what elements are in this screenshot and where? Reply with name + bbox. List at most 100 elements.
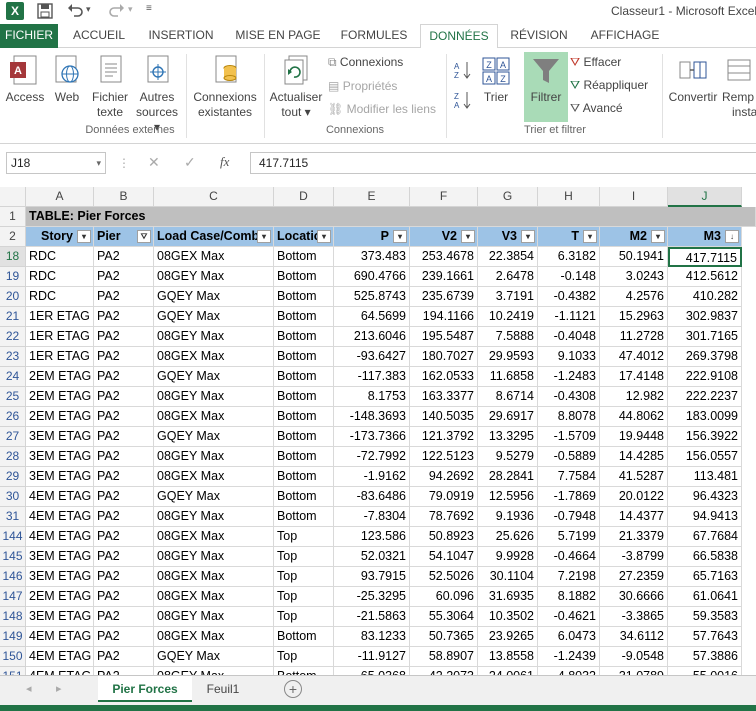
- table-cell[interactable]: 08GEY Max: [154, 327, 274, 347]
- table-cell[interactable]: Bottom: [274, 467, 334, 487]
- table-cell[interactable]: 4EM ETAG: [26, 647, 94, 667]
- table-cell[interactable]: 3.7191: [478, 287, 538, 307]
- table-cell[interactable]: 08GEX Max: [154, 627, 274, 647]
- row-header[interactable]: 148: [0, 607, 26, 627]
- table-cell[interactable]: 66.5838: [668, 547, 742, 567]
- table-cell[interactable]: PA2: [94, 547, 154, 567]
- table-cell[interactable]: 12.982: [600, 387, 668, 407]
- table-cell[interactable]: 94.9413: [668, 507, 742, 527]
- row-header[interactable]: 31: [0, 507, 26, 527]
- name-box-dropdown-icon[interactable]: ▾: [96, 153, 101, 173]
- table-cell[interactable]: 2EM ETAG: [26, 407, 94, 427]
- row-header[interactable]: 20: [0, 287, 26, 307]
- table-cell[interactable]: 08GEY Max: [154, 267, 274, 287]
- web-button[interactable]: Web: [50, 54, 84, 105]
- table-cell[interactable]: PA2: [94, 587, 154, 607]
- table-cell[interactable]: 194.1166: [410, 307, 478, 327]
- table-cell[interactable]: 222.9108: [668, 367, 742, 387]
- trier-button[interactable]: ZAAZ Trier: [478, 54, 514, 105]
- table-cell[interactable]: 4.8032: [538, 667, 600, 675]
- table-cell[interactable]: 253.4678: [410, 247, 478, 267]
- table-cell[interactable]: PA2: [94, 307, 154, 327]
- table-cell[interactable]: 4EM ETAG: [26, 667, 94, 675]
- table-cell[interactable]: 4EM ETAG: [26, 527, 94, 547]
- table-cell[interactable]: Top: [274, 607, 334, 627]
- table-cell[interactable]: 57.3886: [668, 647, 742, 667]
- table-cell[interactable]: 9.1033: [538, 347, 600, 367]
- table-cell[interactable]: 08GEX Max: [154, 467, 274, 487]
- column-header-i[interactable]: I: [600, 187, 668, 207]
- table-cell[interactable]: 13.3295: [478, 427, 538, 447]
- column-header-j[interactable]: J: [668, 187, 742, 207]
- table-cell[interactable]: 65.7163: [668, 567, 742, 587]
- table-cell[interactable]: 7.2198: [538, 567, 600, 587]
- table-cell[interactable]: Bottom: [274, 407, 334, 427]
- table-cell[interactable]: 29.9593: [478, 347, 538, 367]
- table-cell[interactable]: 8.6714: [478, 387, 538, 407]
- row-header[interactable]: 24: [0, 367, 26, 387]
- sheet-tab-feuil1[interactable]: Feuil1: [196, 676, 250, 702]
- table-cell[interactable]: 3EM ETAG: [26, 547, 94, 567]
- table-cell[interactable]: 525.8743: [334, 287, 410, 307]
- table-cell[interactable]: 59.3583: [668, 607, 742, 627]
- table-cell[interactable]: 44.8062: [600, 407, 668, 427]
- table-cell[interactable]: Bottom: [274, 487, 334, 507]
- table-cell[interactable]: Bottom: [274, 327, 334, 347]
- table-cell[interactable]: PA2: [94, 407, 154, 427]
- table-cell[interactable]: 180.7027: [410, 347, 478, 367]
- table-cell[interactable]: Top: [274, 647, 334, 667]
- scroll-right-icon[interactable]: ▸: [56, 682, 62, 695]
- table-cell[interactable]: 373.483: [334, 247, 410, 267]
- table-cell[interactable]: -9.0548: [600, 647, 668, 667]
- table-cell[interactable]: 3EM ETAG: [26, 447, 94, 467]
- table-cell[interactable]: 8.1882: [538, 587, 600, 607]
- filter-dropdown-icon[interactable]: ▾: [583, 230, 597, 243]
- enter-icon[interactable]: ✓: [184, 154, 196, 171]
- table-cell[interactable]: 121.3792: [410, 427, 478, 447]
- table-cell[interactable]: 58.8907: [410, 647, 478, 667]
- table-cell[interactable]: 34.6112: [600, 627, 668, 647]
- sort-za-button[interactable]: ZA: [454, 90, 472, 113]
- table-cell[interactable]: 113.481: [668, 467, 742, 487]
- table-cell[interactable]: 8.1753: [334, 387, 410, 407]
- table-cell[interactable]: PA2: [94, 267, 154, 287]
- row-header[interactable]: 146: [0, 567, 26, 587]
- table-cell[interactable]: 08GEY Max: [154, 607, 274, 627]
- table-cell[interactable]: 302.9837: [668, 307, 742, 327]
- modifier-liens-button[interactable]: ⛓ Modifier les liens: [328, 101, 436, 117]
- table-cell[interactable]: -0.4382: [538, 287, 600, 307]
- table-cell[interactable]: 21.3379: [600, 527, 668, 547]
- table-cell[interactable]: 15.2963: [600, 307, 668, 327]
- table-cell[interactable]: 269.3798: [668, 347, 742, 367]
- table-cell[interactable]: 213.6046: [334, 327, 410, 347]
- table-cell[interactable]: GQEY Max: [154, 427, 274, 447]
- table-cell[interactable]: PA2: [94, 287, 154, 307]
- table-cell[interactable]: RDC: [26, 247, 94, 267]
- column-header-d[interactable]: D: [274, 187, 334, 207]
- table-cell[interactable]: PA2: [94, 467, 154, 487]
- table-cell[interactable]: -0.148: [538, 267, 600, 287]
- column-header-e[interactable]: E: [334, 187, 410, 207]
- table-cell[interactable]: GQEY Max: [154, 307, 274, 327]
- table-cell[interactable]: 3.0243: [600, 267, 668, 287]
- column-header-b[interactable]: B: [94, 187, 154, 207]
- table-cell[interactable]: -11.9127: [334, 647, 410, 667]
- tab-insertion[interactable]: INSERTION: [140, 24, 222, 48]
- table-cell[interactable]: 23.9265: [478, 627, 538, 647]
- table-cell[interactable]: RDC: [26, 287, 94, 307]
- row-header[interactable]: 23: [0, 347, 26, 367]
- connexions-button[interactable]: ⧉ Connexions: [328, 54, 403, 70]
- table-cell[interactable]: 50.8923: [410, 527, 478, 547]
- table-cell[interactable]: -0.4308: [538, 387, 600, 407]
- table-cell[interactable]: -83.6486: [334, 487, 410, 507]
- save-icon[interactable]: [36, 2, 54, 20]
- table-cell[interactable]: 1ER ETAG: [26, 347, 94, 367]
- table-cell[interactable]: -3.3865: [600, 607, 668, 627]
- table-cell[interactable]: -1.2483: [538, 367, 600, 387]
- row-header[interactable]: 29: [0, 467, 26, 487]
- table-cell[interactable]: 60.096: [410, 587, 478, 607]
- row-header[interactable]: 149: [0, 627, 26, 647]
- table-cell[interactable]: Bottom: [274, 347, 334, 367]
- table-cell[interactable]: 2EM ETAG: [26, 587, 94, 607]
- filter-dropdown-icon[interactable]: ▾: [317, 230, 331, 243]
